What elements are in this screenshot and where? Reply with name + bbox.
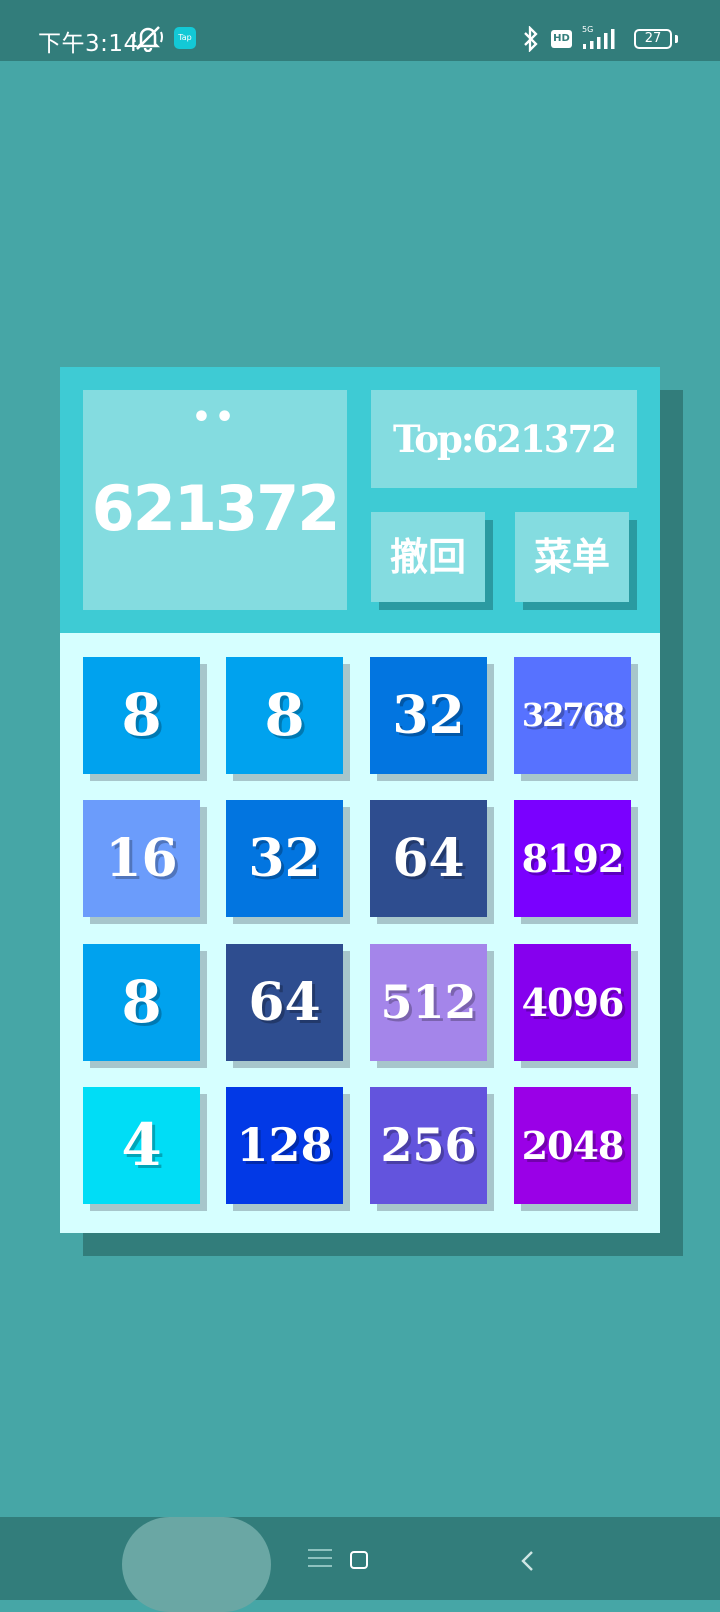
- tile: 4: [83, 1087, 200, 1204]
- battery-level: 27: [644, 31, 662, 46]
- tile: 32: [370, 657, 487, 774]
- signal-icon: [583, 29, 615, 49]
- score-box: •• 621372: [83, 390, 347, 610]
- tile: 32: [226, 800, 343, 917]
- tile: 8: [83, 944, 200, 1061]
- menu-icon: [308, 1549, 332, 1567]
- tap-app-icon: Tap: [174, 27, 196, 49]
- tile: 8192: [514, 800, 631, 917]
- tile: 64: [226, 944, 343, 1061]
- tile: 8: [83, 657, 200, 774]
- hd-badge: HD: [551, 30, 572, 48]
- tile: 8: [226, 657, 343, 774]
- navigation-bar: [0, 1517, 720, 1612]
- silent-icon: [133, 26, 163, 52]
- undo-button[interactable]: 撤回: [371, 512, 485, 602]
- recent-apps-button[interactable]: [122, 1517, 332, 1612]
- tile: 256: [370, 1087, 487, 1204]
- status-bar: 下午3:14 Tap HD 5G 27: [0, 0, 720, 61]
- tile: 32768: [514, 657, 631, 774]
- top-score: Top:621372: [371, 390, 637, 488]
- tile: 2048: [514, 1087, 631, 1204]
- bluetooth-icon: [524, 26, 538, 52]
- current-score: 621372: [91, 472, 341, 545]
- status-time: 下午3:14: [38, 31, 139, 57]
- score-indicator: ••: [191, 400, 239, 435]
- back-icon[interactable]: [518, 1550, 538, 1572]
- battery-icon: 27: [634, 29, 678, 49]
- home-icon[interactable]: [350, 1551, 368, 1569]
- menu-button[interactable]: 菜单: [515, 512, 629, 602]
- tile: 16: [83, 800, 200, 917]
- tile: 512: [370, 944, 487, 1061]
- tile: 64: [370, 800, 487, 917]
- tile: 4096: [514, 944, 631, 1061]
- tile: 128: [226, 1087, 343, 1204]
